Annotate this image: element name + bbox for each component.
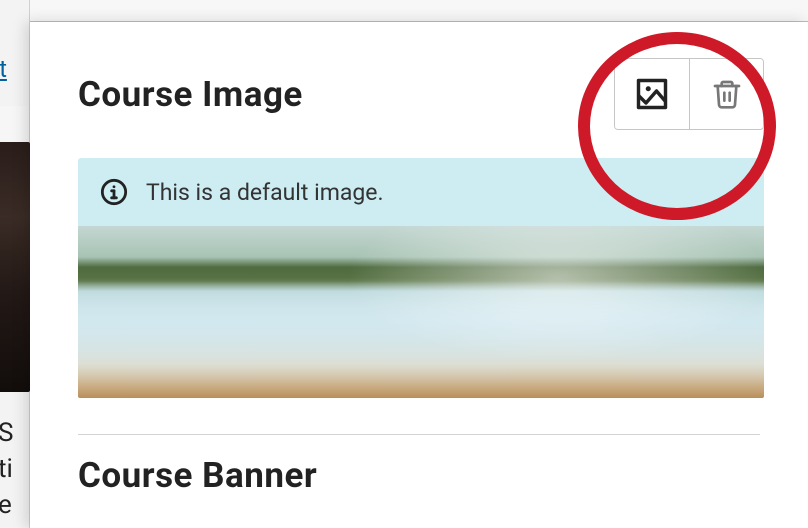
course-image-preview (78, 226, 764, 398)
section-divider (78, 434, 760, 435)
notice-text: This is a default image. (146, 179, 384, 206)
ghost-thumbnail (0, 142, 30, 392)
background-underlay: ult S ti e (0, 0, 30, 528)
section-title: Course Banner (78, 455, 760, 496)
ghost-text-line: S (0, 418, 13, 448)
course-banner-section: Course Banner (30, 455, 808, 496)
default-image-notice: This is a default image. (78, 158, 764, 226)
section-header: Course Image (78, 58, 764, 130)
image-icon (634, 76, 670, 112)
ghost-row (0, 106, 29, 146)
ghost-text-line: ti (0, 454, 13, 484)
upload-image-button[interactable] (615, 59, 689, 129)
settings-panel: Course Image (30, 22, 808, 528)
course-image-section: Course Image (30, 22, 808, 398)
ghost-text-line: e (0, 490, 12, 520)
delete-image-button[interactable] (689, 59, 763, 129)
window-top-border (0, 0, 808, 22)
info-icon (100, 178, 128, 206)
ghost-link: ult (0, 55, 7, 83)
image-actions (614, 58, 764, 130)
trash-icon (711, 77, 743, 111)
section-title: Course Image (78, 74, 303, 115)
